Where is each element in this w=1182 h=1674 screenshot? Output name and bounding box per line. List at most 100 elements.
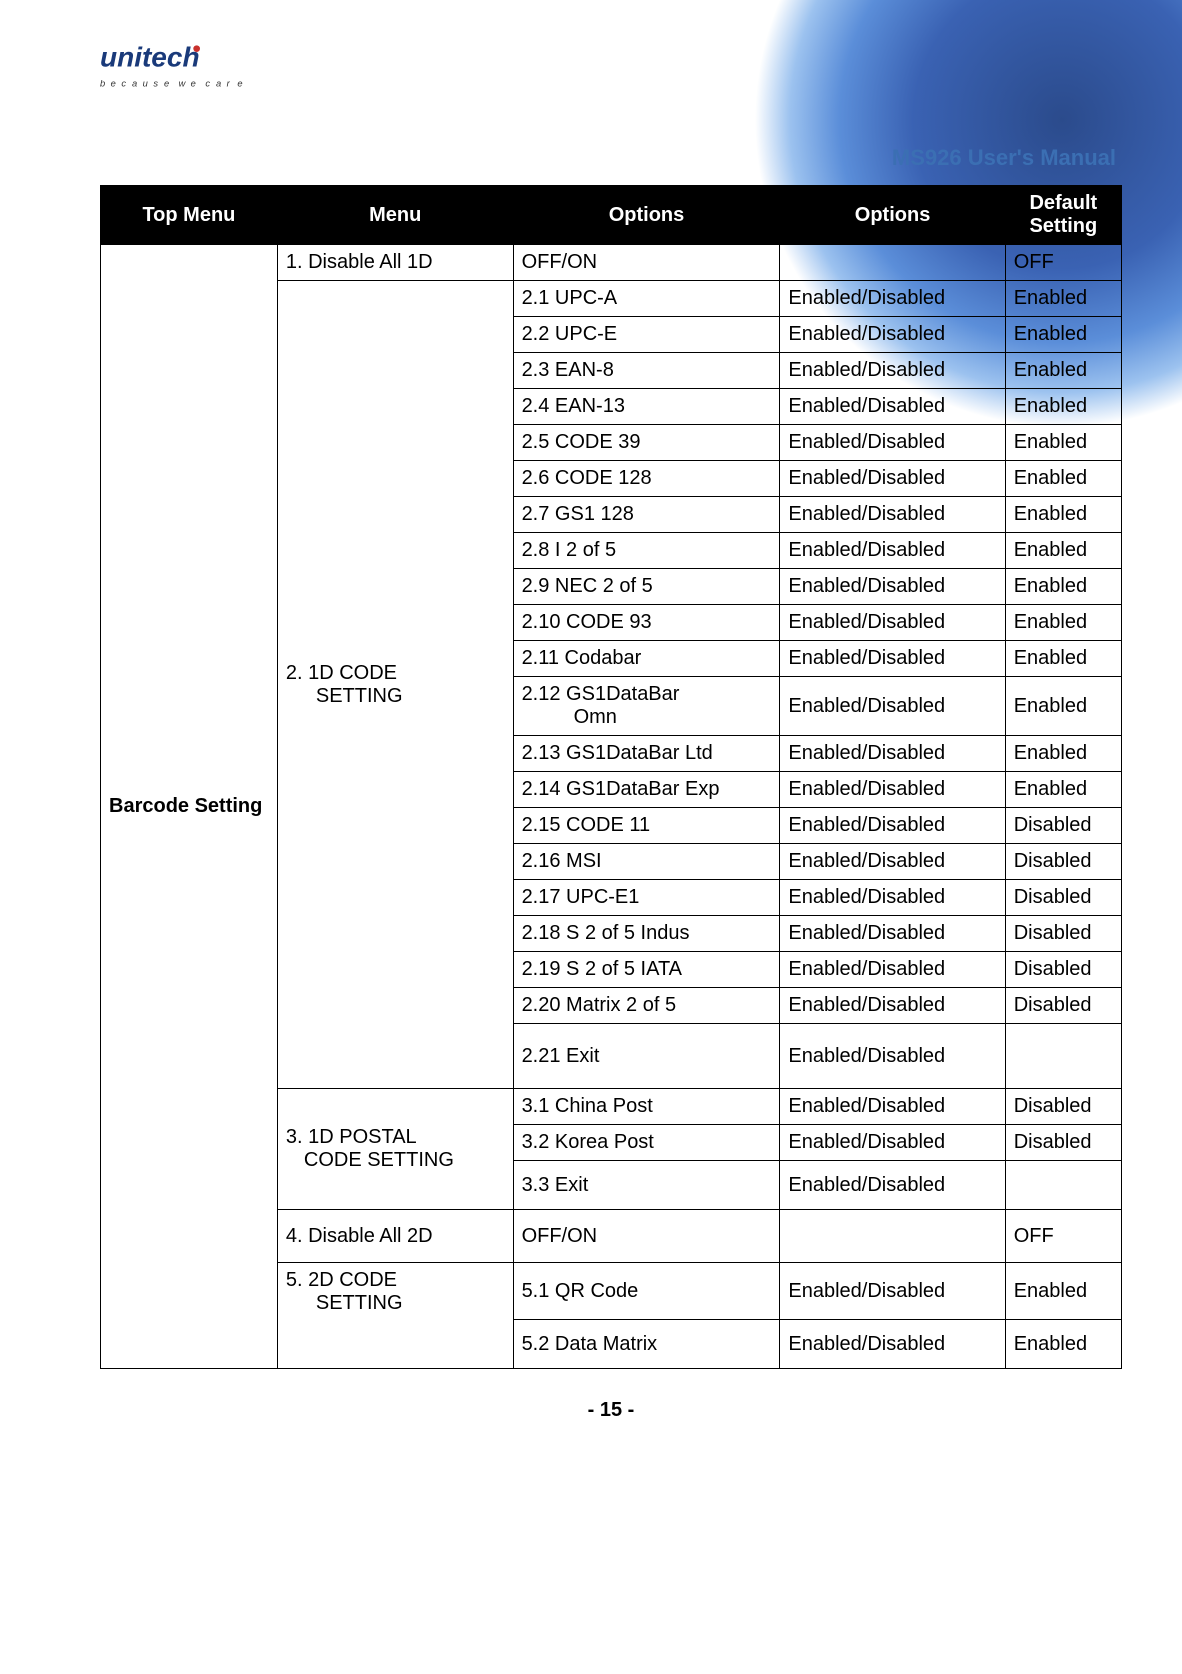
cell-option-values: Enabled/Disabled [780, 1263, 1005, 1320]
cell-default: Enabled [1005, 605, 1121, 641]
svg-text:a: a [216, 79, 221, 89]
svg-text:r: r [227, 79, 231, 89]
brand-logo: unitech bec aus e we care [100, 40, 1122, 105]
cell-option-values: Enabled/Disabled [780, 1024, 1005, 1089]
cell-option-values: Enabled/Disabled [780, 772, 1005, 808]
svg-text:w: w [179, 79, 187, 89]
cell-menu: 2. 1D CODE SETTING [277, 281, 513, 1089]
cell-option: 2.2 UPC-E [513, 317, 780, 353]
cell-default: Enabled [1005, 569, 1121, 605]
option-line: Omn [522, 706, 772, 729]
svg-text:c: c [121, 79, 126, 89]
cell-option-values: Enabled/Disabled [780, 605, 1005, 641]
cell-option-values: Enabled/Disabled [780, 988, 1005, 1024]
cell-option-values: Enabled/Disabled [780, 808, 1005, 844]
cell-default: Disabled [1005, 808, 1121, 844]
svg-text:s: s [153, 79, 158, 89]
cell-option-values [780, 245, 1005, 281]
cell-option: OFF/ON [513, 245, 780, 281]
cell-option: 2.5 CODE 39 [513, 425, 780, 461]
cell-option-values: Enabled/Disabled [780, 1125, 1005, 1161]
cell-option: OFF/ON [513, 1210, 780, 1263]
cell-menu: 1. Disable All 1D [277, 245, 513, 281]
cell-option: 2.4 EAN-13 [513, 389, 780, 425]
cell-menu: 4. Disable All 2D [277, 1210, 513, 1263]
svg-text:e: e [164, 79, 169, 89]
cell-option-values: Enabled/Disabled [780, 389, 1005, 425]
cell-option-values: Enabled/Disabled [780, 353, 1005, 389]
col-default-setting: Default Setting [1005, 186, 1121, 245]
settings-table: Top Menu Menu Options Options Default Se… [100, 185, 1122, 1369]
cell-option-values: Enabled/Disabled [780, 677, 1005, 736]
col-top-menu: Top Menu [101, 186, 278, 245]
cell-option-values: Enabled/Disabled [780, 317, 1005, 353]
cell-option: 2.8 I 2 of 5 [513, 533, 780, 569]
menu-line: 2. 1D CODE [286, 662, 397, 684]
cell-default: OFF [1005, 245, 1121, 281]
cell-option: 2.17 UPC-E1 [513, 880, 780, 916]
table-header-row: Top Menu Menu Options Options Default Se… [101, 186, 1122, 245]
cell-option: 2.3 EAN-8 [513, 353, 780, 389]
cell-default: Enabled [1005, 281, 1121, 317]
cell-option: 2.10 CODE 93 [513, 605, 780, 641]
cell-default: Enabled [1005, 1263, 1121, 1320]
svg-text:e: e [191, 79, 196, 89]
cell-option: 2.18 S 2 of 5 Indus [513, 916, 780, 952]
cell-default: Enabled [1005, 389, 1121, 425]
cell-option-values: Enabled/Disabled [780, 1089, 1005, 1125]
svg-text:e: e [237, 79, 242, 89]
cell-default: Disabled [1005, 844, 1121, 880]
cell-option: 3.2 Korea Post [513, 1125, 780, 1161]
page-number: - 15 - [100, 1399, 1122, 1422]
svg-text:c: c [205, 79, 210, 89]
cell-option-values: Enabled/Disabled [780, 497, 1005, 533]
cell-default [1005, 1161, 1121, 1210]
cell-default: Disabled [1005, 1125, 1121, 1161]
cell-option: 2.19 S 2 of 5 IATA [513, 952, 780, 988]
cell-option-values: Enabled/Disabled [780, 1320, 1005, 1369]
cell-option-values: Enabled/Disabled [780, 425, 1005, 461]
cell-option-values: Enabled/Disabled [780, 1161, 1005, 1210]
document-title: MS926 User's Manual [100, 145, 1122, 171]
cell-option-values: Enabled/Disabled [780, 736, 1005, 772]
cell-option: 2.20 Matrix 2 of 5 [513, 988, 780, 1024]
cell-default: Disabled [1005, 952, 1121, 988]
cell-option: 5.2 Data Matrix [513, 1320, 780, 1369]
col-options-2: Options [780, 186, 1005, 245]
cell-option-values: Enabled/Disabled [780, 844, 1005, 880]
cell-default: Enabled [1005, 317, 1121, 353]
cell-option: 2.14 GS1DataBar Exp [513, 772, 780, 808]
cell-default: Disabled [1005, 1089, 1121, 1125]
cell-option-values: Enabled/Disabled [780, 952, 1005, 988]
menu-line: 5. 2D CODE [286, 1269, 397, 1291]
svg-text:b: b [100, 79, 105, 89]
cell-default: Enabled [1005, 772, 1121, 808]
unitech-logo-icon: unitech bec aus e we care [100, 40, 300, 100]
cell-default: Enabled [1005, 677, 1121, 736]
col-menu: Menu [277, 186, 513, 245]
cell-default: Enabled [1005, 533, 1121, 569]
col-options-1: Options [513, 186, 780, 245]
cell-option-values: Enabled/Disabled [780, 281, 1005, 317]
cell-option: 5.1 QR Code [513, 1263, 780, 1320]
cell-default: Enabled [1005, 425, 1121, 461]
cell-default: OFF [1005, 1210, 1121, 1263]
menu-line: CODE SETTING [286, 1149, 454, 1171]
cell-menu: 5. 2D CODE SETTING [277, 1263, 513, 1369]
cell-option-values: Enabled/Disabled [780, 569, 1005, 605]
option-line: 2.12 GS1DataBar [522, 683, 680, 705]
cell-default: Enabled [1005, 461, 1121, 497]
menu-line: SETTING [286, 685, 403, 707]
cell-default: Enabled [1005, 736, 1121, 772]
cell-option: 2.21 Exit [513, 1024, 780, 1089]
svg-text:a: a [132, 79, 137, 89]
cell-option-values: Enabled/Disabled [780, 880, 1005, 916]
cell-default: Disabled [1005, 988, 1121, 1024]
cell-option: 2.15 CODE 11 [513, 808, 780, 844]
svg-text:unitech: unitech [100, 42, 200, 73]
cell-option: 2.7 GS1 128 [513, 497, 780, 533]
cell-option: 3.3 Exit [513, 1161, 780, 1210]
cell-option-values: Enabled/Disabled [780, 641, 1005, 677]
cell-menu: 3. 1D POSTAL CODE SETTING [277, 1089, 513, 1210]
cell-default: Enabled [1005, 353, 1121, 389]
